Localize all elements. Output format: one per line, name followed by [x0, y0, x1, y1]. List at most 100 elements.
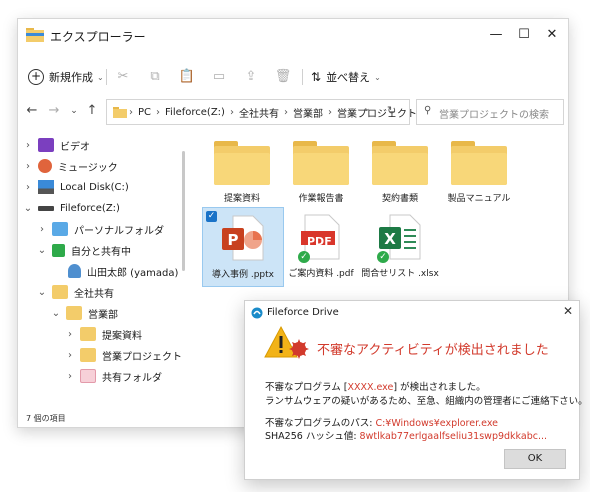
minimize-button[interactable]: —: [484, 25, 508, 45]
address-bar[interactable]: › PC › Fileforce(Z:) › 全社共有 › 営業部 › 営業プロ…: [106, 99, 417, 125]
file-name: ご案内資料 .pdf: [288, 269, 354, 279]
video-icon: [38, 138, 54, 152]
sidebar-item-label: Fileforce(Z:): [60, 202, 120, 214]
chevron-right-icon: ›: [156, 107, 161, 118]
checkbox[interactable]: ✓: [206, 211, 217, 222]
chevron-right-icon: ›: [40, 223, 44, 235]
folder-icon: [293, 141, 349, 185]
sidebar-item-proposals[interactable]: › 提案資料: [64, 324, 142, 344]
cut-icon[interactable]: ✂: [114, 68, 132, 86]
chevron-down-icon: ⌄: [37, 286, 47, 298]
breadcrumb-company-share[interactable]: 全社共有: [239, 105, 279, 120]
share-icon[interactable]: ⇪: [242, 68, 260, 86]
sidebar-item-sales-dept[interactable]: ⌄ 営業部: [50, 303, 118, 323]
folder-icon: [52, 222, 68, 236]
sidebar-item-label: パーソナルフォルダ: [74, 225, 164, 237]
window-title: エクスプローラー: [50, 30, 146, 44]
file-item-folder[interactable]: 製品マニュアル: [439, 141, 519, 204]
new-button-label: 新規作成: [49, 71, 93, 84]
title-bar: エクスプローラー — ☐ ✕: [18, 19, 568, 53]
ok-button[interactable]: OK: [504, 449, 566, 469]
folder-icon: [372, 141, 428, 185]
fileforce-logo-icon: [251, 307, 263, 319]
drive-icon: [38, 205, 54, 211]
svg-text:X: X: [384, 230, 396, 248]
chevron-right-icon: ›: [26, 139, 30, 151]
sidebar-item-label: 営業プロジェクト: [102, 351, 182, 363]
chevron-right-icon: ›: [327, 107, 332, 118]
svg-text:P: P: [228, 231, 239, 249]
sidebar-item-personal-folder[interactable]: › パーソナルフォルダ: [36, 219, 164, 239]
chevron-down-icon[interactable]: ⌄: [64, 101, 84, 121]
sidebar-item-music[interactable]: › ミュージック: [22, 156, 118, 176]
breadcrumb-fileforce[interactable]: Fileforce(Z:): [165, 107, 225, 118]
back-arrow-icon[interactable]: ←: [22, 101, 42, 121]
breadcrumb-sales-dept[interactable]: 営業部: [293, 105, 323, 120]
sidebar-item-local-disk[interactable]: › Local Disk(C:): [22, 177, 129, 197]
sidebar-item-shared-folder[interactable]: › 共有フォルダ: [64, 366, 162, 386]
search-box[interactable]: ⚲ 営業プロジェクトの検索: [416, 99, 564, 125]
file-item-folder[interactable]: 作業報告書: [281, 141, 361, 204]
folder-icon: [80, 348, 96, 362]
sidebar-item-company-share[interactable]: ⌄ 全社共有: [36, 282, 114, 302]
folder-icon: [66, 306, 82, 320]
maximize-button[interactable]: ☐: [512, 25, 536, 45]
up-arrow-icon[interactable]: ↑: [82, 101, 102, 121]
close-icon[interactable]: ✕: [563, 304, 573, 318]
sidebar-item-sales-project[interactable]: › 営業プロジェクト: [64, 345, 182, 365]
file-name: 問合せリスト .xlsx: [361, 269, 439, 279]
file-item-pdf[interactable]: PDF ✓ ご案内資料 .pdf: [281, 207, 361, 285]
rename-icon[interactable]: ▭: [210, 68, 228, 86]
sort-icon: ⇅: [311, 70, 322, 84]
file-item-pptx[interactable]: ✓ P 導入事例 .pptx: [202, 207, 284, 287]
paste-icon[interactable]: 📋: [178, 68, 196, 86]
refresh-icon[interactable]: ↻: [387, 104, 396, 117]
chevron-right-icon: ›: [26, 181, 30, 193]
chevron-right-icon: ›: [283, 107, 288, 118]
close-button[interactable]: ✕: [540, 25, 564, 45]
new-button[interactable]: + 新規作成 ⌄: [28, 66, 104, 88]
navigation-pane: › ビデオ › ミュージック › Local Disk(C:) ⌄ Filefo…: [18, 131, 184, 411]
search-placeholder: 営業プロジェクトの検索: [439, 110, 549, 121]
sidebar-scrollbar[interactable]: [182, 151, 185, 271]
sidebar-item-label: ビデオ: [60, 141, 90, 153]
alert-dialog: Fileforce Drive ✕ 不審なアクティビティが検出されました 不審な…: [244, 300, 588, 480]
drive-icon: [38, 180, 54, 194]
file-item-folder[interactable]: 契約書類: [360, 141, 440, 204]
sidebar-item-label: 営業部: [88, 309, 118, 321]
sidebar-item-label: 自分と共有中: [71, 246, 131, 258]
folder-icon: [214, 141, 270, 185]
chevron-right-icon: ›: [68, 349, 72, 361]
music-icon: [38, 159, 52, 173]
sidebar-item-fileforce[interactable]: ⌄ Fileforce(Z:): [22, 198, 120, 218]
sidebar-item-label: 全社共有: [74, 288, 114, 300]
copy-icon[interactable]: ⧉: [146, 68, 164, 86]
file-item-folder[interactable]: 提案資料: [202, 141, 282, 204]
sidebar-item-shared-with-me[interactable]: ⌄ 自分と共有中: [36, 240, 131, 260]
chevron-right-icon: ›: [26, 160, 30, 172]
sidebar-item-videos[interactable]: › ビデオ: [22, 135, 90, 155]
chevron-down-icon[interactable]: ⌄: [363, 104, 371, 114]
file-item-xlsx[interactable]: X ✓ 問合せリスト .xlsx: [360, 207, 440, 285]
sidebar-item-label: Local Disk(C:): [60, 181, 129, 193]
powerpoint-icon: P: [222, 215, 264, 261]
breadcrumb-pc[interactable]: PC: [138, 107, 151, 118]
plus-icon: +: [28, 69, 44, 85]
chevron-down-icon: ⌄: [97, 72, 104, 82]
hash-label: SHA256 ハッシュ値:: [265, 431, 360, 442]
pdf-label: PDF: [307, 235, 332, 248]
sidebar-item-user[interactable]: 山田太郎 (yamada): [52, 261, 178, 281]
dialog-heading: 不審なアクティビティが検出されました: [317, 343, 549, 358]
folder-icon: [80, 369, 96, 383]
file-name: 提案資料: [223, 194, 260, 204]
sidebar-item-label: 山田太郎 (yamada): [87, 267, 179, 279]
dialog-hash-line: SHA256 ハッシュ値: 8wtlkab77erlgaalfseliu31sw…: [265, 428, 547, 442]
sort-button[interactable]: ⇅ 並べ替え ⌄: [311, 66, 381, 88]
message-text: ] が検出されました。: [393, 382, 486, 393]
divider: [302, 69, 303, 85]
breadcrumb-sales-project[interactable]: 営業プロジェクト: [337, 105, 417, 120]
status-item-count: 7 個の項目: [26, 414, 66, 423]
forward-arrow-icon[interactable]: →: [44, 101, 64, 121]
delete-icon[interactable]: 🗑: [274, 68, 292, 86]
divider: [106, 69, 107, 85]
